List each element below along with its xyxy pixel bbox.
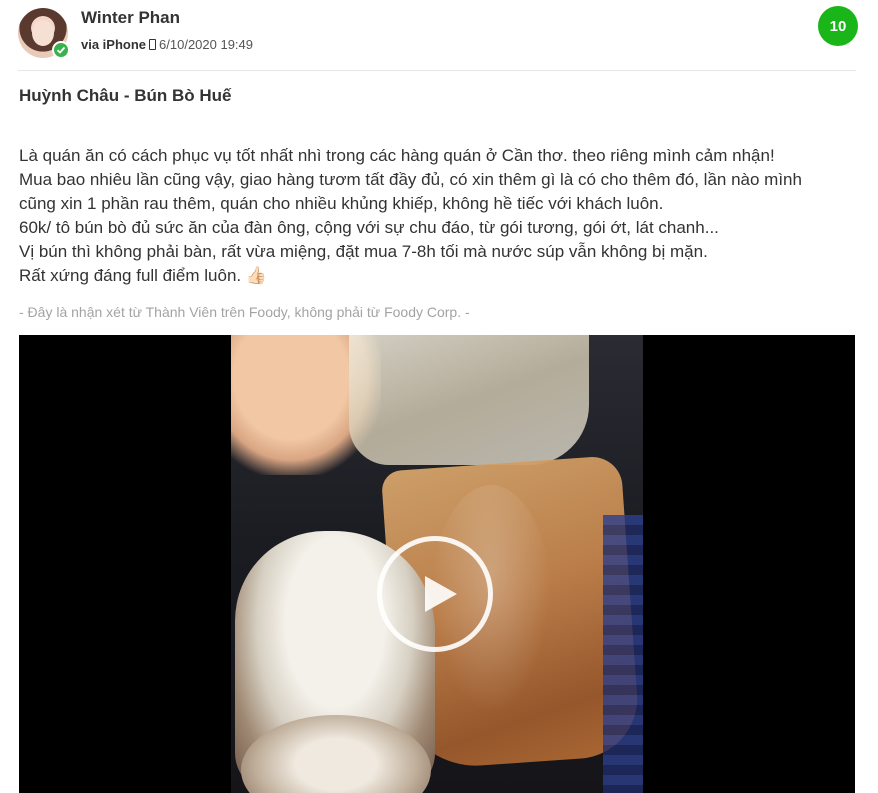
review-line: Vị bún thì không phải bàn, rất vừa miệng… [19,242,708,261]
review-line: Là quán ăn có cách phục vụ tốt nhất nhì … [19,146,775,165]
play-icon[interactable] [425,576,457,612]
header-divider [18,70,856,71]
post-meta: via iPhone 6/10/2020 19:49 [81,37,253,52]
avatar-face [32,20,54,46]
post-date: 6/10/2020 19:49 [159,37,254,52]
device-label: via iPhone [81,37,147,52]
score-badge: 10 [818,6,858,46]
review-title[interactable]: Huỳnh Châu - Bún Bò Huế [19,86,231,106]
review-header: Winter Phan via iPhone 6/10/2020 19:49 10 [18,6,858,70]
video-player[interactable] [19,335,855,793]
username[interactable]: Winter Phan [81,8,180,28]
review-line: 60k/ tô bún bò đủ sức ăn của đàn ông, cộ… [19,218,719,237]
thumbnail-bag [349,335,589,465]
review-line: Mua bao nhiêu lần cũng vậy, giao hàng tư… [19,170,802,189]
phone-icon [149,39,157,50]
verified-check-icon [52,41,70,59]
thumbnail-crate [603,515,643,793]
user-avatar[interactable] [18,8,70,59]
review-line: cũng xin 1 phần rau thêm, quán cho nhiều… [19,194,664,213]
review-text: Là quán ăn có cách phục vụ tốt nhất nhì … [19,144,858,288]
disclaimer: - Đây là nhận xét từ Thành Viên trên Foo… [19,304,470,320]
review-line: Rất xứng đáng full điểm luôn. 👍🏻 [19,266,268,285]
